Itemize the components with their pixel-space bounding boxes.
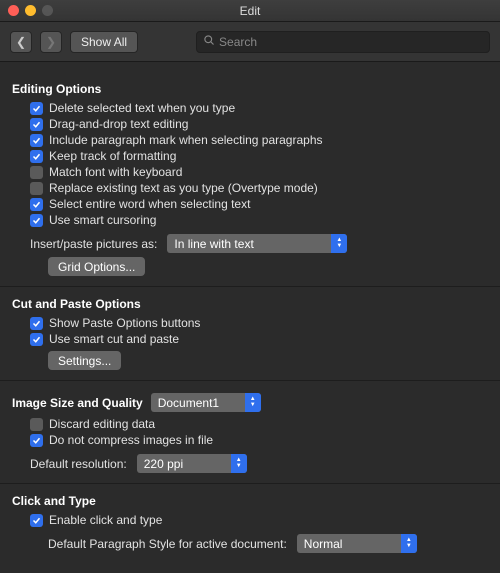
option-label: Enable click and type (49, 513, 162, 527)
default-resolution-value: 220 ppi (144, 457, 183, 471)
option-row[interactable]: Keep track of formatting (12, 148, 488, 164)
chevron-left-icon: ❮ (16, 35, 26, 49)
option-row[interactable]: Show Paste Options buttons (12, 315, 488, 331)
checkbox[interactable] (30, 182, 43, 195)
option-label: Keep track of formatting (49, 149, 176, 163)
default-resolution-select[interactable]: 220 ppi ▲▼ (137, 454, 247, 473)
checkbox[interactable] (30, 102, 43, 115)
option-row[interactable]: Use smart cursoring (12, 212, 488, 228)
checkbox[interactable] (30, 333, 43, 346)
option-row[interactable]: Match font with keyboard (12, 164, 488, 180)
option-row[interactable]: Replace existing text as you type (Overt… (12, 180, 488, 196)
option-label: Match font with keyboard (49, 165, 182, 179)
content: Editing Options Delete selected text whe… (0, 62, 500, 573)
option-label: Include paragraph mark when selecting pa… (49, 133, 323, 147)
checkbox[interactable] (30, 434, 43, 447)
zoom-icon[interactable] (42, 5, 53, 16)
chevron-right-icon: ❯ (46, 35, 56, 49)
option-label: Use smart cut and paste (49, 332, 179, 346)
toolbar: ❮ ❯ Show All (0, 22, 500, 62)
option-row[interactable]: Enable click and type (12, 512, 488, 528)
search-field[interactable] (196, 31, 490, 53)
editing-options-list: Delete selected text when you type Drag-a… (12, 100, 488, 228)
option-label: Do not compress images in file (49, 433, 213, 447)
settings-button[interactable]: Settings... (48, 351, 121, 370)
option-label: Select entire word when selecting text (49, 197, 250, 211)
checkbox[interactable] (30, 214, 43, 227)
show-all-button[interactable]: Show All (70, 31, 138, 53)
cut-paste-list: Show Paste Options buttons Use smart cut … (12, 315, 488, 347)
click-type-list: Enable click and type (12, 512, 488, 528)
option-row[interactable]: Include paragraph mark when selecting pa… (12, 132, 488, 148)
default-paragraph-value: Normal (304, 537, 343, 551)
option-row[interactable]: Drag-and-drop text editing (12, 116, 488, 132)
image-quality-title: Image Size and Quality (12, 396, 143, 410)
option-row[interactable]: Delete selected text when you type (12, 100, 488, 116)
cut-paste-title: Cut and Paste Options (12, 297, 488, 311)
checkbox[interactable] (30, 198, 43, 211)
image-quality-doc-value: Document1 (158, 396, 219, 410)
option-label: Replace existing text as you type (Overt… (49, 181, 318, 195)
checkbox[interactable] (30, 317, 43, 330)
search-icon (203, 34, 215, 49)
option-label: Delete selected text when you type (49, 101, 235, 115)
checkbox[interactable] (30, 134, 43, 147)
updown-icon: ▲▼ (231, 454, 247, 473)
insert-pictures-label: Insert/paste pictures as: (30, 237, 157, 251)
image-quality-doc-select[interactable]: Document1 ▲▼ (151, 393, 261, 412)
checkbox[interactable] (30, 418, 43, 431)
checkbox[interactable] (30, 118, 43, 131)
insert-pictures-value: In line with text (174, 237, 253, 251)
forward-button[interactable]: ❯ (40, 31, 62, 53)
default-resolution-label: Default resolution: (30, 457, 127, 471)
close-icon[interactable] (8, 5, 19, 16)
insert-pictures-select[interactable]: In line with text ▲▼ (167, 234, 347, 253)
back-button[interactable]: ❮ (10, 31, 32, 53)
updown-icon: ▲▼ (401, 534, 417, 553)
editing-title: Editing Options (12, 82, 488, 96)
updown-icon: ▲▼ (331, 234, 347, 253)
option-label: Show Paste Options buttons (49, 316, 200, 330)
titlebar: Edit (0, 0, 500, 22)
minimize-icon[interactable] (25, 5, 36, 16)
option-row[interactable]: Select entire word when selecting text (12, 196, 488, 212)
option-label: Discard editing data (49, 417, 155, 431)
window-title: Edit (0, 4, 500, 18)
checkbox[interactable] (30, 150, 43, 163)
click-type-title: Click and Type (12, 494, 488, 508)
option-row[interactable]: Do not compress images in file (12, 432, 488, 448)
updown-icon: ▲▼ (245, 393, 261, 412)
default-paragraph-label: Default Paragraph Style for active docum… (48, 537, 287, 551)
option-label: Drag-and-drop text editing (49, 117, 188, 131)
image-quality-list: Discard editing data Do not compress imag… (12, 416, 488, 448)
option-row[interactable]: Discard editing data (12, 416, 488, 432)
checkbox[interactable] (30, 166, 43, 179)
grid-options-button[interactable]: Grid Options... (48, 257, 145, 276)
search-input[interactable] (219, 35, 483, 49)
window-controls (8, 5, 53, 16)
option-row[interactable]: Use smart cut and paste (12, 331, 488, 347)
option-label: Use smart cursoring (49, 213, 156, 227)
checkbox[interactable] (30, 514, 43, 527)
default-paragraph-select[interactable]: Normal ▲▼ (297, 534, 417, 553)
